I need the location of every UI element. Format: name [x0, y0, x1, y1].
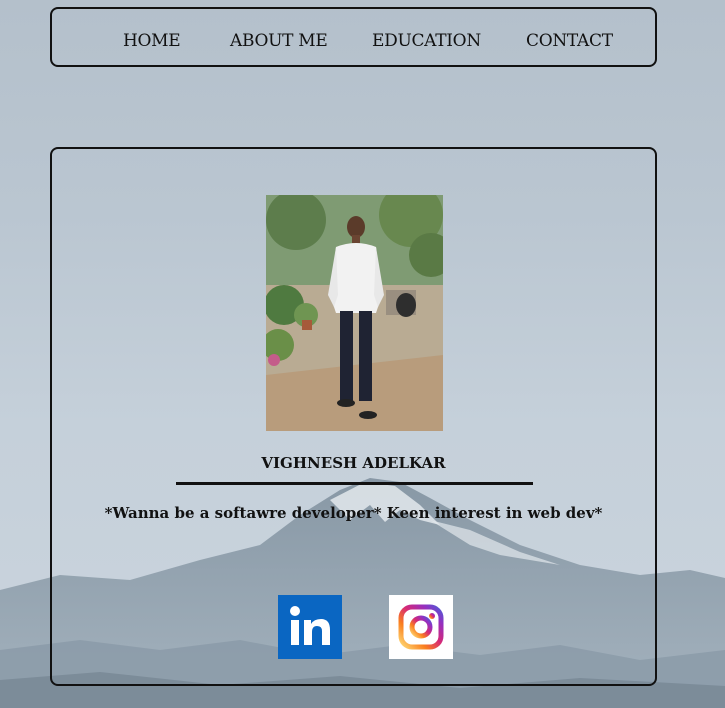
profile-tagline: *Wanna be a softawre developer* Keen int…: [104, 504, 603, 522]
instagram-link[interactable]: [389, 595, 453, 659]
profile-name: VIGHNESH ADELKAR: [261, 454, 446, 472]
nav-about-me-link[interactable]: ABOUT ME: [230, 31, 328, 51]
linkedin-icon: [278, 595, 342, 659]
name-divider: [176, 482, 533, 485]
profile-card: VIGHNESH ADELKAR *Wanna be a softawre de…: [50, 147, 657, 686]
nav-contact-link[interactable]: CONTACT: [526, 31, 613, 51]
top-nav: HOME ABOUT ME EDUCATION CONTACT: [50, 7, 657, 67]
nav-home-link[interactable]: HOME: [123, 31, 181, 51]
instagram-icon: [389, 595, 453, 659]
nav-education-link[interactable]: EDUCATION: [372, 31, 481, 51]
profile-photo: [266, 195, 443, 431]
linkedin-link[interactable]: [278, 595, 342, 659]
